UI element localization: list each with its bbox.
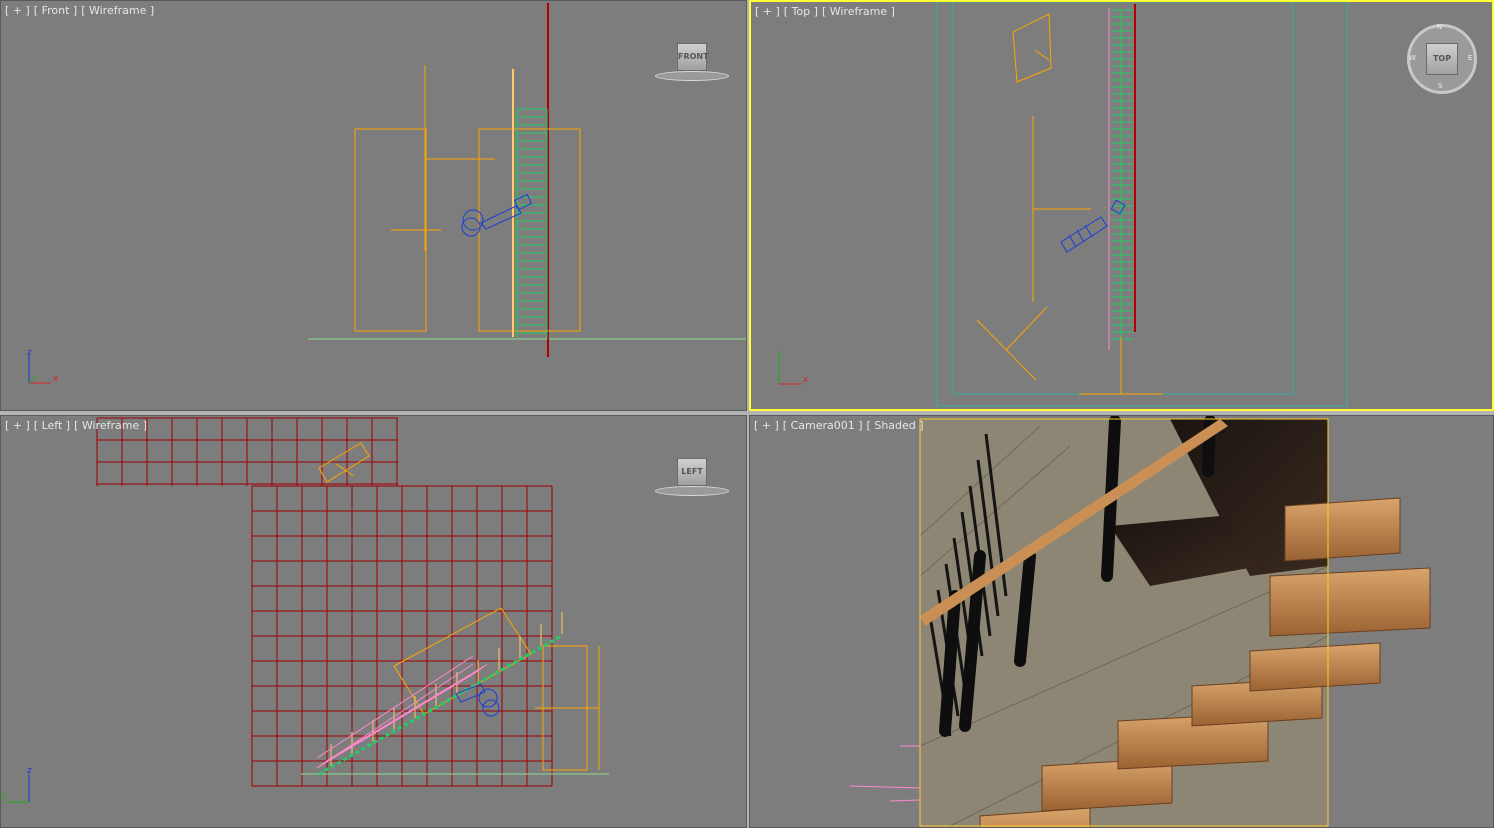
compass-n: N	[1437, 23, 1443, 31]
viewcube-left[interactable]: LEFT	[655, 458, 729, 508]
viewport-menu-plus[interactable]: [ + ]	[755, 5, 780, 18]
axis-label-h: x	[803, 375, 809, 385]
viewport-front[interactable]: [ + ] [ Front ] [ Wireframe ] FRONT z x	[0, 0, 747, 411]
viewport-camera-label[interactable]: [ + ] [ Camera001 ] [ Shaded ]	[754, 419, 928, 432]
axis-label-v: z	[27, 348, 32, 358]
left-scene	[96, 417, 609, 787]
viewport-top[interactable]: [ + ] [ Top ] [ Wireframe ] TOP N S W E y …	[749, 0, 1494, 411]
viewport-shading-mode[interactable]: [ Wireframe ]	[822, 5, 895, 18]
viewport-left[interactable]: [ + ] [ Left ] [ Wireframe ] LEFT z y	[0, 415, 747, 828]
viewcube-top[interactable]: TOP N S W E	[1407, 23, 1477, 94]
axis-tripod-left: z y	[1, 766, 32, 803]
compass-w: W	[1409, 54, 1416, 62]
viewport-shading-mode[interactable]: [ Wireframe ]	[74, 419, 147, 432]
axis-tripod-front: z x	[27, 348, 59, 384]
viewcube-front[interactable]: FRONT	[655, 43, 729, 93]
top-scene	[936, 2, 1348, 407]
viewcube-ring[interactable]	[655, 71, 729, 81]
axis-label-v: y	[777, 349, 783, 359]
camera-render	[849, 416, 1431, 827]
viewport-shading-mode[interactable]: [ Shaded ]	[867, 419, 924, 432]
front-scene	[308, 3, 746, 357]
viewcube-face[interactable]: TOP	[1426, 43, 1458, 75]
axis-label-h: x	[53, 374, 59, 384]
viewport-view-name[interactable]: [ Top ]	[784, 5, 818, 18]
viewport-view-name[interactable]: [ Left ]	[34, 419, 70, 432]
viewport-top-label[interactable]: [ + ] [ Top ] [ Wireframe ]	[755, 5, 899, 18]
axis-label-h: y	[1, 791, 7, 801]
axis-label-v: z	[27, 766, 32, 776]
viewport-menu-plus[interactable]: [ + ]	[5, 419, 30, 432]
viewport-menu-plus[interactable]: [ + ]	[754, 419, 779, 432]
viewport-shading-mode[interactable]: [ Wireframe ]	[81, 4, 154, 17]
viewcube-ring[interactable]	[655, 486, 729, 496]
viewport-menu-plus[interactable]: [ + ]	[5, 4, 30, 17]
viewcube-face[interactable]: FRONT	[677, 43, 709, 71]
viewport-view-name[interactable]: [ Camera001 ]	[783, 419, 863, 432]
viewcube-face[interactable]: LEFT	[677, 458, 707, 486]
compass-e: E	[1468, 54, 1473, 62]
viewport-view-name[interactable]: [ Front ]	[34, 4, 77, 17]
axis-tripod-top: y x	[777, 349, 809, 385]
compass-s: S	[1438, 82, 1443, 90]
viewport-left-label[interactable]: [ + ] [ Left ] [ Wireframe ]	[5, 419, 151, 432]
viewport-front-label[interactable]: [ + ] [ Front ] [ Wireframe ]	[5, 4, 158, 17]
viewport-camera[interactable]: [ + ] [ Camera001 ] [ Shaded ]	[749, 415, 1494, 828]
